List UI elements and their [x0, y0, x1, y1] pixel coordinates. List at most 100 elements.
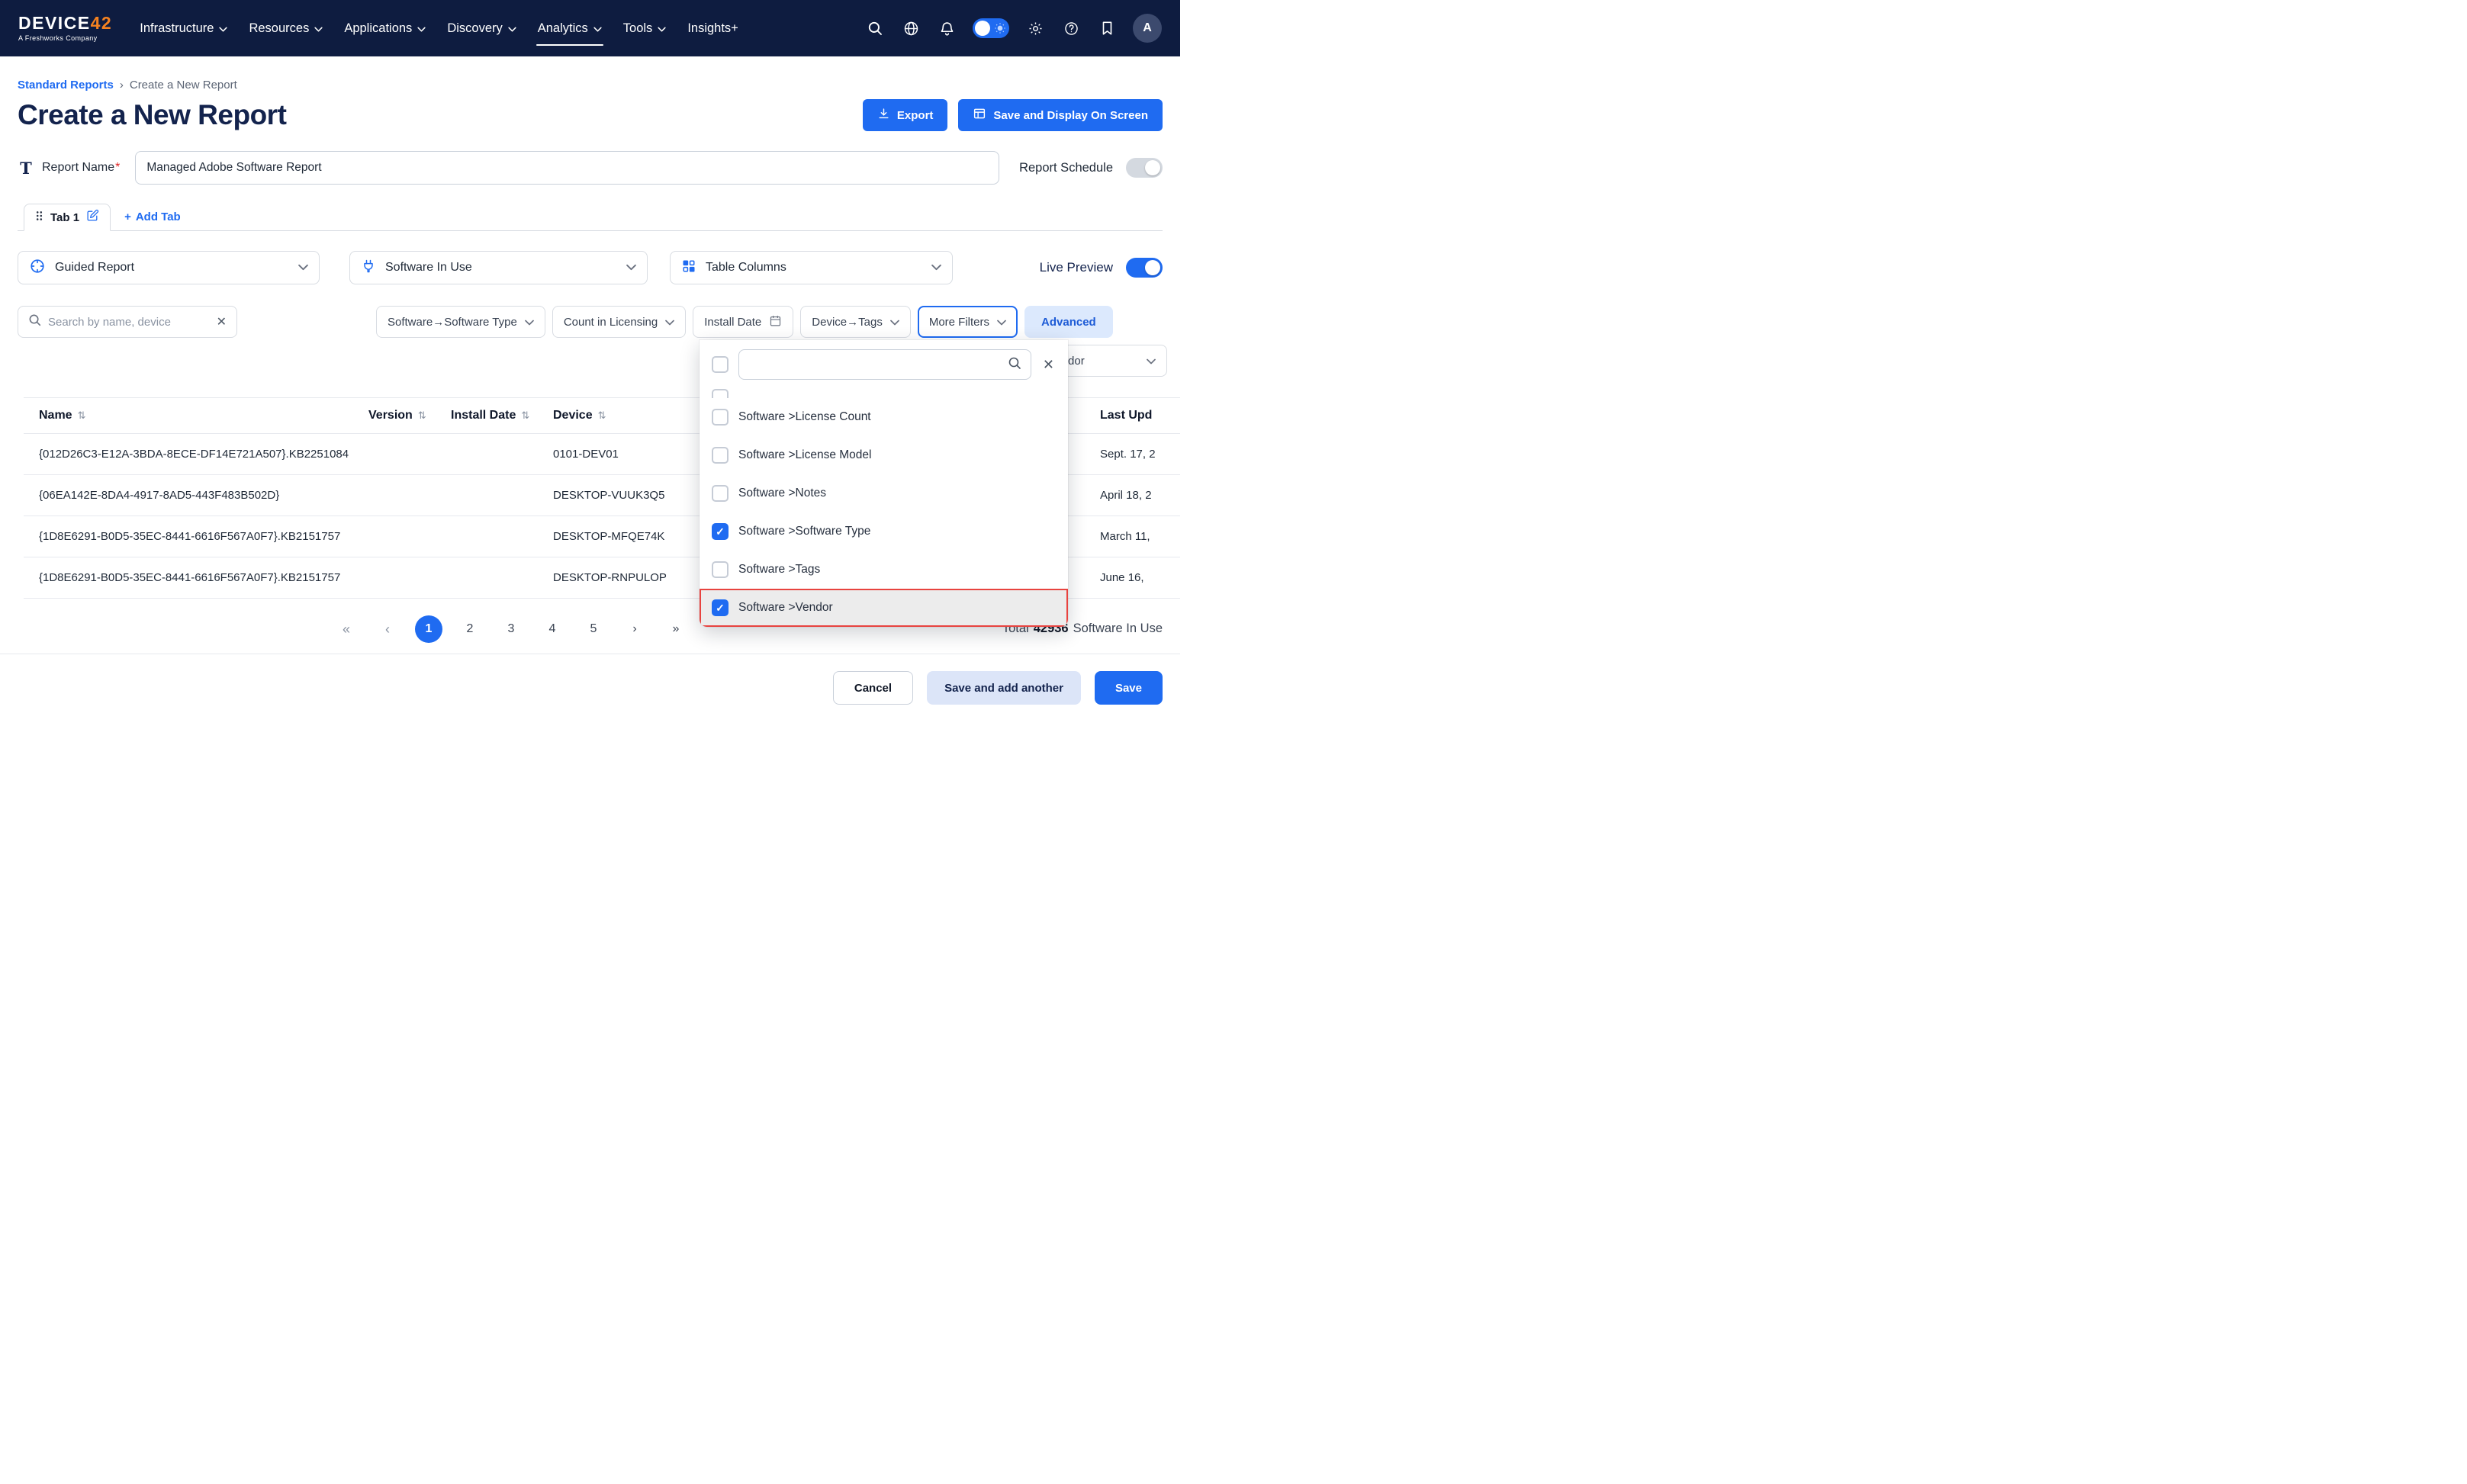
settings-gear-icon[interactable] — [1025, 18, 1045, 38]
user-avatar[interactable]: A — [1133, 14, 1162, 43]
chevron-down-icon — [508, 21, 516, 36]
checkbox[interactable] — [712, 523, 729, 540]
nav-item-infrastructure[interactable]: Infrastructure — [132, 0, 235, 56]
chip-label: Software→Software Type — [388, 316, 517, 329]
search-icon[interactable] — [865, 18, 885, 38]
table-columns-select[interactable]: Table Columns — [670, 251, 953, 284]
page-button-5[interactable]: 5 — [580, 615, 607, 643]
option-software-license-count[interactable]: Software >License Count — [700, 398, 1068, 436]
filter-search-input[interactable] — [748, 358, 1002, 371]
page-button-1[interactable]: 1 — [415, 615, 442, 643]
checkbox[interactable] — [712, 561, 729, 578]
chevron-down-icon — [314, 21, 323, 36]
nav-item-tools[interactable]: Tools — [616, 0, 674, 56]
nav-item-resources[interactable]: Resources — [241, 0, 330, 56]
page-button-2[interactable]: 2 — [456, 615, 484, 643]
option-software-tags[interactable]: Software >Tags — [700, 551, 1068, 589]
option-software-license-model[interactable]: Software >License Model — [700, 436, 1068, 474]
add-tab-button[interactable]: + Add Tab — [124, 210, 181, 223]
last-page-button[interactable]: » — [662, 615, 690, 643]
chevron-down-icon — [219, 21, 227, 36]
breadcrumb-current: Create a New Report — [130, 79, 237, 92]
filter-chip-install-date[interactable]: Install Date — [693, 306, 793, 338]
toggle-knob — [1145, 260, 1160, 275]
drag-grip-icon[interactable] — [35, 210, 43, 226]
pagination: « ‹ 1 2 3 4 5 › » — [333, 615, 690, 643]
report-name-label: Report Name* — [42, 161, 120, 175]
nav-item-discovery[interactable]: Discovery — [439, 0, 523, 56]
add-tab-label: Add Tab — [136, 210, 181, 223]
option-software-software-type[interactable]: Software >Software Type — [700, 512, 1068, 551]
cancel-button[interactable]: Cancel — [833, 671, 913, 705]
column-header-last-updated[interactable]: Last Upd — [1062, 409, 1180, 422]
filter-chip-count-in-licensing[interactable]: Count in Licensing — [552, 306, 686, 338]
option-software-vendor[interactable]: Software >Vendor — [700, 589, 1068, 627]
toggle-knob — [975, 21, 990, 36]
chevron-down-icon — [890, 316, 899, 329]
close-icon[interactable]: ✕ — [1041, 357, 1056, 373]
column-header-name[interactable]: Name⇅ — [24, 409, 368, 422]
checkbox[interactable] — [712, 485, 729, 502]
advanced-button[interactable]: Advanced — [1024, 306, 1113, 338]
nav-label: Insights+ — [687, 21, 738, 36]
text-format-icon: T — [18, 159, 34, 178]
page-button-4[interactable]: 4 — [539, 615, 566, 643]
export-button[interactable]: Export — [863, 99, 948, 131]
filter-chip-software-type[interactable]: Software→Software Type — [376, 306, 545, 338]
save-display-button[interactable]: Save and Display On Screen — [958, 99, 1163, 131]
tab-1[interactable]: Tab 1 — [24, 204, 111, 231]
checkbox[interactable] — [712, 389, 729, 398]
column-header-device[interactable]: Device⇅ — [553, 409, 685, 422]
clear-search-icon[interactable]: ✕ — [217, 314, 227, 329]
breadcrumb-standard-reports[interactable]: Standard Reports — [18, 79, 114, 92]
column-header-install-date[interactable]: Install Date⇅ — [451, 409, 553, 422]
more-filters-header: ✕ — [700, 349, 1068, 387]
notifications-bell-icon[interactable] — [937, 18, 957, 38]
nav-item-applications[interactable]: Applications — [336, 0, 433, 56]
checkbox[interactable] — [712, 447, 729, 464]
search-input[interactable] — [48, 316, 210, 329]
report-name-input[interactable] — [135, 151, 999, 185]
help-icon[interactable] — [1061, 18, 1081, 38]
sort-icon[interactable]: ⇅ — [598, 410, 606, 422]
nav-item-analytics[interactable]: Analytics — [530, 0, 610, 56]
device42-logo[interactable]: DEVICE42 A Freshworks Company — [18, 14, 112, 42]
option-label: Software >Notes — [738, 487, 826, 500]
option-label: Software >License Model — [738, 448, 871, 462]
filter-chip-device-tags[interactable]: Device→Tags — [800, 306, 911, 338]
theme-toggle[interactable] — [973, 18, 1009, 38]
sort-icon[interactable]: ⇅ — [521, 410, 529, 422]
data-source-select[interactable]: Software In Use — [349, 251, 648, 284]
more-filters-button[interactable]: More Filters — [918, 306, 1018, 338]
report-type-select[interactable]: Guided Report — [18, 251, 320, 284]
save-button[interactable]: Save — [1095, 671, 1163, 705]
checkbox[interactable] — [712, 599, 729, 616]
sort-icon[interactable]: ⇅ — [78, 410, 86, 422]
columns-grid-icon — [681, 259, 696, 278]
column-header-version[interactable]: Version⇅ — [368, 409, 451, 422]
globe-icon[interactable] — [901, 18, 921, 38]
page-button-3[interactable]: 3 — [497, 615, 525, 643]
live-preview-toggle[interactable] — [1126, 258, 1163, 278]
report-schedule-toggle[interactable] — [1126, 158, 1163, 178]
logo-text: DEVICE42 — [18, 14, 112, 32]
chip-label: Install Date — [704, 316, 761, 329]
bookmark-icon[interactable] — [1097, 18, 1117, 38]
chevron-down-icon — [626, 261, 636, 275]
title-actions: Export Save and Display On Screen — [863, 99, 1163, 131]
next-page-button[interactable]: › — [621, 615, 648, 643]
data-source-value: Software In Use — [385, 261, 472, 275]
required-asterisk: * — [115, 161, 120, 174]
checkbox[interactable] — [712, 409, 729, 426]
edit-pencil-icon[interactable] — [86, 209, 99, 226]
select-all-checkbox[interactable] — [712, 356, 729, 373]
first-page-button[interactable]: « — [333, 615, 360, 643]
save-and-add-another-button[interactable]: Save and add another — [927, 671, 1081, 705]
sort-icon[interactable]: ⇅ — [418, 410, 426, 422]
search-icon — [1008, 356, 1021, 374]
cell-device: DESKTOP-VUUK3Q5 — [553, 489, 685, 502]
previous-page-button[interactable]: ‹ — [374, 615, 401, 643]
nav-item-insights[interactable]: Insights+ — [680, 0, 746, 56]
option-software-notes[interactable]: Software >Notes — [700, 474, 1068, 512]
option-label: Software >Tags — [738, 563, 820, 577]
